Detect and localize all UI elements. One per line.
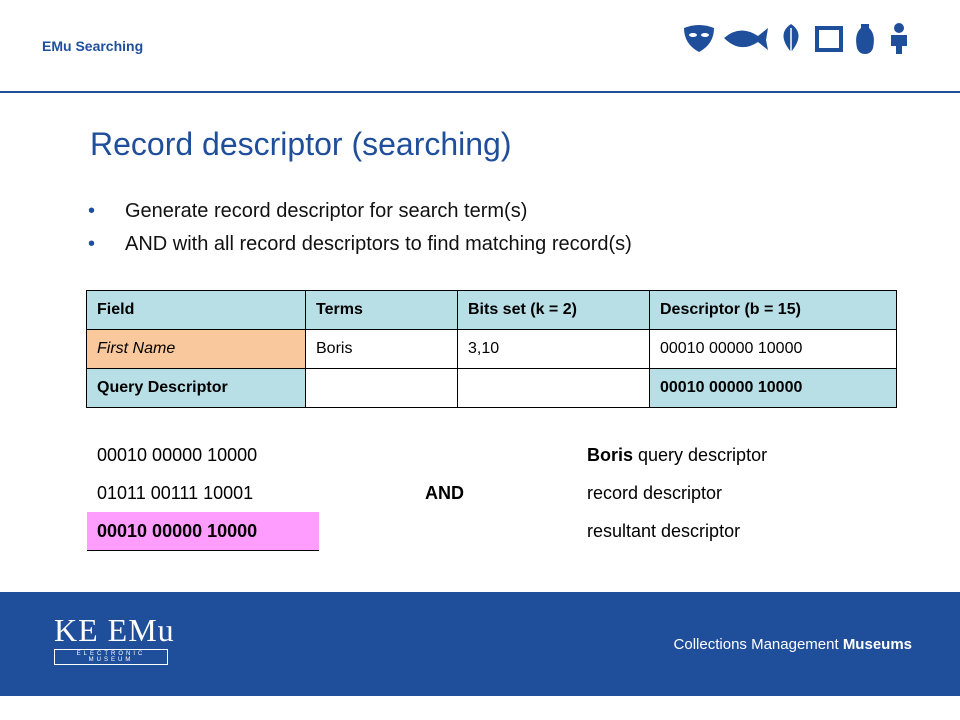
bullet-icon: • — [88, 200, 96, 222]
list-item: • AND with all record descriptors to find… — [88, 233, 632, 255]
table-row: First Name Boris 3,10 00010 00000 10000 — [86, 329, 897, 369]
vase-icon — [856, 24, 874, 54]
cell-terms — [305, 368, 458, 408]
footer-tagline: Collections Management Museums — [673, 636, 912, 653]
frame-icon — [815, 26, 843, 52]
figure-icon — [891, 23, 907, 54]
bullet-list: • Generate record descriptor for search t… — [88, 200, 632, 266]
record-descriptor-note: record descriptor — [587, 483, 723, 503]
cell-field: First Name — [86, 329, 306, 369]
page-title: Record descriptor (searching) — [90, 126, 512, 162]
query-descriptor-value: 00010 00000 10000 — [97, 445, 258, 465]
ke-emu-logo: KE EMu ELECTRONIC MUSEUM — [54, 612, 175, 665]
cell-terms: Boris — [305, 329, 458, 369]
column-header-descriptor: Descriptor (b = 15) — [649, 290, 897, 330]
leaf-icon — [783, 24, 799, 54]
column-header-bits: Bits set (k = 2) — [457, 290, 650, 330]
cell-bits: 3,10 — [457, 329, 650, 369]
table-header-row: Field Terms Bits set (k = 2) Descriptor … — [86, 290, 897, 330]
fish-icon — [724, 28, 768, 50]
cell-bits — [457, 368, 650, 408]
list-item: • Generate record descriptor for search t… — [88, 200, 528, 222]
mask-icon — [684, 25, 714, 52]
resultant-descriptor-value: 00010 00000 10000 — [87, 512, 319, 551]
header-divider — [0, 91, 960, 93]
table-row: Query Descriptor 00010 00000 10000 — [86, 368, 897, 408]
cell-descriptor: 00010 00000 10000 — [649, 368, 897, 408]
column-header-field: Field — [86, 290, 306, 330]
column-header-terms: Terms — [305, 290, 458, 330]
and-operator: AND — [425, 483, 464, 503]
descriptor-table: Field Terms Bits set (k = 2) Descriptor … — [86, 290, 897, 408]
header-label: EMu Searching — [42, 38, 144, 54]
footer-bar: KE EMu ELECTRONIC MUSEUM Collections Man… — [0, 592, 960, 696]
query-descriptor-note: Boris query descriptor — [587, 445, 768, 465]
cell-field: Query Descriptor — [86, 368, 306, 408]
resultant-descriptor-note: resultant descriptor — [587, 521, 741, 541]
record-descriptor-value: 01011 00111 10001 — [97, 483, 254, 503]
cell-descriptor: 00010 00000 10000 — [649, 329, 897, 369]
bullet-icon: • — [88, 233, 96, 255]
